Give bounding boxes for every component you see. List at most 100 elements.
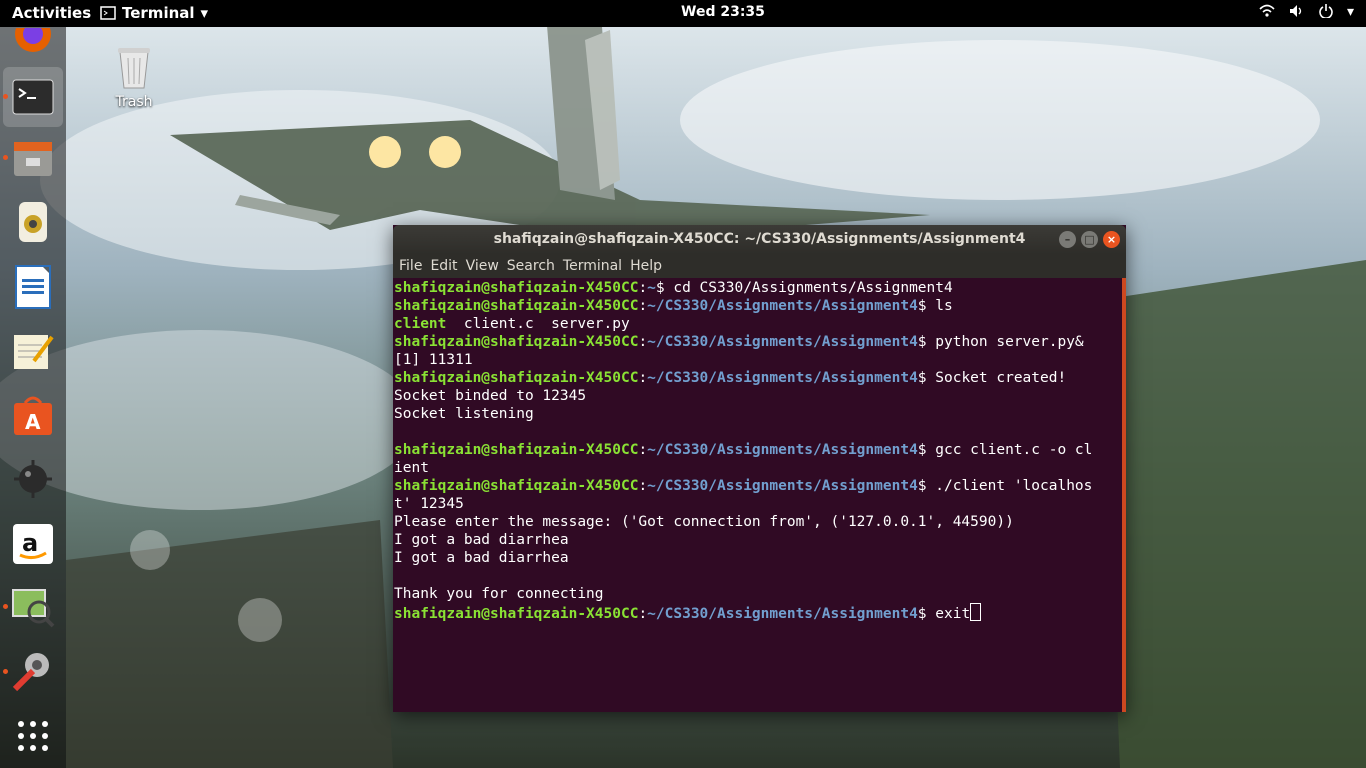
terminal-line: Socket listening <box>394 405 1120 423</box>
wifi-icon <box>1259 4 1275 17</box>
activities-button[interactable]: Activities <box>12 4 91 22</box>
trash-label: Trash <box>115 94 153 110</box>
terminal-line: shafiqzain@shafiqzain-X450CC:~/CS330/Ass… <box>394 333 1120 351</box>
chevron-down-icon: ▾ <box>1346 4 1354 20</box>
window-titlebar[interactable]: shafiqzain@shafiqzain-X450CC: ~/CS330/As… <box>393 225 1126 254</box>
power-icon <box>1319 4 1333 18</box>
output-text: I got a bad diarrhea <box>394 550 569 566</box>
command-text: $ Socket created! <box>917 370 1067 386</box>
files-icon[interactable] <box>9 134 57 182</box>
scrollbar[interactable] <box>1122 278 1126 712</box>
prompt-path: ~/CS330/Assignments/Assignment4 <box>647 370 918 386</box>
prompt-colon: : <box>638 442 648 458</box>
settings-icon[interactable] <box>9 647 57 695</box>
terminal-line: I got a bad diarrhea <box>394 531 1120 549</box>
terminal-line: shafiqzain@shafiqzain-X450CC:~/CS330/Ass… <box>394 369 1120 387</box>
command-text: $ ls <box>917 298 953 314</box>
dock: A a <box>0 27 66 768</box>
terminal-small-icon <box>100 6 116 20</box>
prompt-path: ~/CS330/Assignments/Assignment4 <box>647 478 918 494</box>
trash-icon <box>118 48 150 89</box>
menu-view[interactable]: View <box>466 258 499 274</box>
command-text: $ python server.py& <box>917 334 1084 350</box>
rhythmbox-icon[interactable] <box>9 198 57 246</box>
text-cursor <box>970 603 982 621</box>
menu-help[interactable]: Help <box>630 258 662 274</box>
terminal-output[interactable]: shafiqzain@shafiqzain-X450CC:~$ cd CS330… <box>394 279 1120 712</box>
prompt-user: shafiqzain@shafiqzain-X450CC <box>394 298 639 314</box>
menu-file[interactable]: File <box>399 258 422 274</box>
prompt-colon: : <box>638 280 648 296</box>
minimize-button[interactable]: – <box>1059 231 1076 248</box>
libreoffice-writer-icon[interactable] <box>9 263 57 311</box>
app-menu-label: Terminal <box>122 4 195 22</box>
clock[interactable]: Wed 23:35 <box>681 4 765 20</box>
maximize-button[interactable]: □ <box>1081 231 1098 248</box>
terminal-line: shafiqzain@shafiqzain-X450CC:~/CS330/Ass… <box>394 603 1120 622</box>
prompt-user: shafiqzain@shafiqzain-X450CC <box>394 478 639 494</box>
command-text: $ ./client 'localhos <box>917 478 1093 494</box>
prompt-path: ~ <box>647 280 656 296</box>
ls-files: client.c server.py <box>446 316 630 332</box>
output-text: [1] 11311 <box>394 352 473 368</box>
terminal-line: Please enter the message: ('Got connecti… <box>394 513 1120 531</box>
image-viewer-icon[interactable] <box>9 583 57 631</box>
prompt-colon: : <box>638 334 648 350</box>
terminal-line: shafiqzain@shafiqzain-X450CC:~/CS330/Ass… <box>394 441 1120 459</box>
ls-directory: client <box>394 316 447 332</box>
output-text: I got a bad diarrhea <box>394 532 569 548</box>
prompt-path: ~/CS330/Assignments/Assignment4 <box>647 606 918 622</box>
output-text: Socket binded to 12345 <box>394 388 587 404</box>
menu-terminal[interactable]: Terminal <box>563 258 622 274</box>
output-text: Socket listening <box>394 406 534 422</box>
terminal-icon[interactable] <box>3 67 63 127</box>
menu-search[interactable]: Search <box>507 258 555 274</box>
system-tray[interactable]: ▾ <box>1259 4 1354 20</box>
top-panel: Activities Terminal ▾ Wed 23:35 ▾ <box>0 0 1366 27</box>
prompt-colon: : <box>638 298 648 314</box>
software-center-icon[interactable]: A <box>9 392 57 440</box>
terminal-line: client client.c server.py <box>394 315 1120 333</box>
svg-text:a: a <box>22 529 38 557</box>
prompt-colon: : <box>638 606 648 622</box>
menu-edit[interactable]: Edit <box>430 258 457 274</box>
trash-desktop-icon[interactable]: Trash <box>104 46 164 110</box>
text-editor-icon[interactable] <box>9 327 57 375</box>
running-indicator <box>3 604 8 609</box>
terminal-line: [1] 11311 <box>394 351 1120 369</box>
app-menu[interactable]: Terminal ▾ <box>100 4 208 22</box>
output-text: Thank you for connecting <box>394 586 604 602</box>
terminal-line: I got a bad diarrhea <box>394 549 1120 567</box>
running-indicator <box>3 669 8 674</box>
mines-icon[interactable] <box>9 455 57 503</box>
prompt-colon: : <box>638 370 648 386</box>
amazon-icon[interactable]: a <box>9 520 57 568</box>
terminal-line: t' 12345 <box>394 495 1120 513</box>
running-indicator <box>3 94 8 99</box>
output-text: t' 12345 <box>394 496 464 512</box>
terminal-window[interactable]: shafiqzain@shafiqzain-X450CC: ~/CS330/As… <box>393 225 1126 712</box>
prompt-user: shafiqzain@shafiqzain-X450CC <box>394 280 639 296</box>
prompt-user: shafiqzain@shafiqzain-X450CC <box>394 370 639 386</box>
app-grid-icon[interactable] <box>9 712 57 760</box>
command-text: $ gcc client.c -o cl <box>917 442 1093 458</box>
terminal-line: shafiqzain@shafiqzain-X450CC:~/CS330/Ass… <box>394 477 1120 495</box>
firefox-icon[interactable] <box>9 27 57 57</box>
command-text: $ cd CS330/Assignments/Assignment4 <box>655 280 953 296</box>
command-text: $ exit <box>917 606 971 622</box>
prompt-path: ~/CS330/Assignments/Assignment4 <box>647 298 918 314</box>
prompt-path: ~/CS330/Assignments/Assignment4 <box>647 442 918 458</box>
menu-bar: File Edit View Search Terminal Help <box>393 254 1126 278</box>
close-button[interactable]: × <box>1103 231 1120 248</box>
volume-icon <box>1289 5 1302 17</box>
prompt-user: shafiqzain@shafiqzain-X450CC <box>394 606 639 622</box>
terminal-line: Socket binded to 12345 <box>394 387 1120 405</box>
terminal-line: Thank you for connecting <box>394 585 1120 603</box>
prompt-path: ~/CS330/Assignments/Assignment4 <box>647 334 918 350</box>
prompt-user: shafiqzain@shafiqzain-X450CC <box>394 442 639 458</box>
terminal-line: shafiqzain@shafiqzain-X450CC:~/CS330/Ass… <box>394 297 1120 315</box>
svg-text:A: A <box>25 410 41 434</box>
chevron-down-icon: ▾ <box>200 4 209 22</box>
prompt-colon: : <box>638 478 648 494</box>
